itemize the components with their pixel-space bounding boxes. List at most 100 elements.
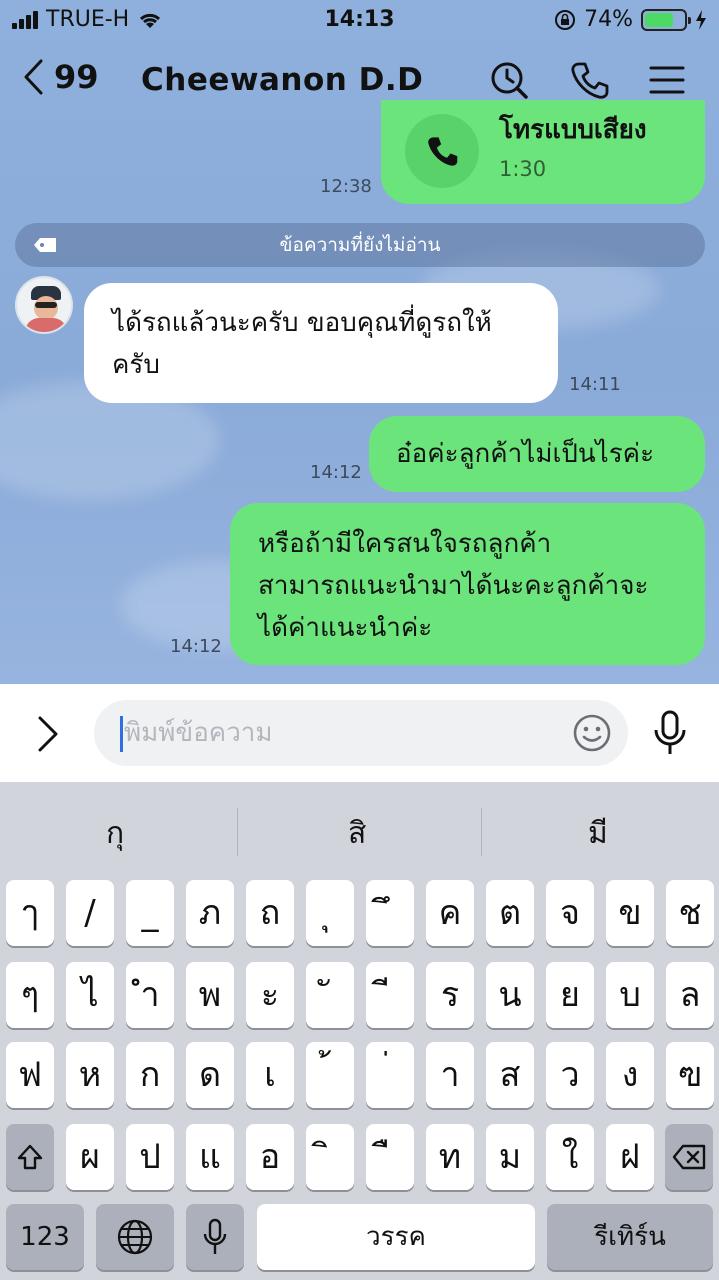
back-button[interactable]: 99 [22, 58, 99, 96]
shift-key[interactable] [6, 1124, 54, 1190]
key-2-11[interactable]: ฃ [666, 1042, 714, 1108]
key-0-6[interactable]: ึ [366, 880, 414, 946]
key-3-4[interactable]: ิ [306, 1124, 354, 1190]
key-2-8[interactable]: ส [486, 1042, 534, 1108]
message-input[interactable] [124, 712, 564, 754]
shift-arrow-icon [17, 1144, 43, 1170]
chat-title: Cheewanon D.D [141, 62, 424, 98]
key-2-4[interactable]: เ [246, 1042, 294, 1108]
microphone-icon[interactable] [652, 710, 688, 756]
call-duration: 1:30 [499, 157, 547, 181]
key-0-4[interactable]: ถ [246, 880, 294, 946]
suggestion-bar: กุ สิ มี [0, 782, 719, 874]
key-0-9[interactable]: จ [546, 880, 594, 946]
key-0-0[interactable]: ๅ [6, 880, 54, 946]
unread-count: 99 [54, 58, 99, 96]
key-0-8[interactable]: ต [486, 880, 534, 946]
key-3-2[interactable]: แ [186, 1124, 234, 1190]
key-1-1[interactable]: ไ [66, 962, 114, 1028]
key-1-0[interactable]: ๆ [6, 962, 54, 1028]
key-2-3[interactable]: ด [186, 1042, 234, 1108]
message-input-bar [0, 684, 719, 782]
key-1-11[interactable]: ล [666, 962, 714, 1028]
avatar[interactable] [15, 276, 73, 334]
suggestion-3[interactable]: มี [588, 810, 608, 857]
backspace-icon [672, 1144, 706, 1170]
key-0-3[interactable]: ภ [186, 880, 234, 946]
suggestion-1[interactable]: กุ [106, 810, 124, 857]
charging-icon [696, 9, 706, 30]
message-line: หรือถ้ามีใครสนใจรถลูกค้า [258, 529, 552, 559]
status-bar: TRUE-H 14:13 74% [0, 0, 719, 40]
key-2-1[interactable]: ห [66, 1042, 114, 1108]
key-3-1[interactable]: ป [126, 1124, 174, 1190]
chevron-left-icon [24, 59, 43, 95]
key-3-8[interactable]: ใ [546, 1124, 594, 1190]
unread-divider: ข้อความที่ยังไม่อ่าน [15, 223, 705, 267]
key-3-5[interactable]: ื [366, 1124, 414, 1190]
expand-chevron-icon[interactable] [34, 714, 64, 754]
message-time: 14:12 [310, 462, 362, 483]
globe-key[interactable] [96, 1204, 174, 1270]
key-1-4[interactable]: ะ [246, 962, 294, 1028]
key-0-7[interactable]: ค [426, 880, 474, 946]
key-2-0[interactable]: ฟ [6, 1042, 54, 1108]
outgoing-message-bubble[interactable]: หรือถ้ามีใครสนใจรถลูกค้า สามารถแนะนำมาได… [230, 503, 705, 665]
tag-icon [34, 238, 56, 252]
call-icon-circle [405, 114, 479, 188]
message-input-container[interactable] [94, 700, 628, 766]
numbers-key[interactable]: 123 [6, 1204, 84, 1270]
message-time: 14:12 [170, 636, 222, 657]
key-1-3[interactable]: พ [186, 962, 234, 1028]
search-history-icon[interactable] [489, 60, 529, 100]
key-2-5[interactable]: ้ [306, 1042, 354, 1108]
key-0-11[interactable]: ช [666, 880, 714, 946]
key-3-3[interactable]: อ [246, 1124, 294, 1190]
rotation-lock-icon [555, 9, 576, 30]
key-1-6[interactable]: ี [366, 962, 414, 1028]
backspace-key[interactable] [665, 1124, 713, 1190]
message-line: สามารถแนะนำมาได้นะคะลูกค้าจะ [258, 571, 649, 601]
key-2-10[interactable]: ง [606, 1042, 654, 1108]
key-0-10[interactable]: ข [606, 880, 654, 946]
key-1-8[interactable]: น [486, 962, 534, 1028]
key-3-6[interactable]: ท [426, 1124, 474, 1190]
call-label: โทรแบบเสียง [499, 115, 647, 145]
message-line: ครับ [112, 350, 160, 380]
key-3-7[interactable]: ม [486, 1124, 534, 1190]
message-time: 12:38 [320, 176, 372, 197]
space-key[interactable]: วรรค [257, 1204, 535, 1270]
unread-label: ข้อความที่ยังไม่อ่าน [279, 234, 441, 256]
key-0-5[interactable]: ุ [306, 880, 354, 946]
suggestion-2[interactable]: สิ [348, 810, 366, 857]
emoji-icon[interactable] [572, 713, 612, 753]
dictation-key[interactable] [186, 1204, 244, 1270]
message-time: 14:11 [569, 374, 621, 395]
key-1-10[interactable]: บ [606, 962, 654, 1028]
message-line: ได้ค่าแนะนำค่ะ [258, 613, 433, 643]
key-2-2[interactable]: ก [126, 1042, 174, 1108]
key-0-2[interactable]: _ [126, 880, 174, 946]
keyboard: กุ สิ มี ๅ/_ภถุึคตจขชๆไำพะัีรนยบลฟหกดเ้่… [0, 782, 719, 1280]
key-2-7[interactable]: า [426, 1042, 474, 1108]
globe-icon [117, 1219, 153, 1255]
outgoing-message-bubble[interactable]: อ๋อค่ะลูกค้าไม่เป็นไรค่ะ [369, 416, 705, 492]
menu-icon[interactable] [647, 60, 687, 100]
key-1-7[interactable]: ร [426, 962, 474, 1028]
battery-icon [641, 8, 691, 31]
voice-call-bubble[interactable]: โทรแบบเสียง 1:30 [381, 100, 705, 204]
key-1-9[interactable]: ย [546, 962, 594, 1028]
key-3-9[interactable]: ฝ [606, 1124, 654, 1190]
key-2-6[interactable]: ่ [366, 1042, 414, 1108]
battery-percent: 74% [584, 7, 633, 32]
key-1-5[interactable]: ั [306, 962, 354, 1028]
key-2-9[interactable]: ว [546, 1042, 594, 1108]
phone-call-icon[interactable] [569, 60, 609, 100]
microphone-icon [203, 1218, 227, 1254]
key-0-1[interactable]: / [66, 880, 114, 946]
return-key[interactable]: รีเทิร์น [547, 1204, 713, 1270]
key-1-2[interactable]: ำ [126, 962, 174, 1028]
key-3-0[interactable]: ผ [66, 1124, 114, 1190]
text-caret [120, 716, 123, 752]
incoming-message-bubble[interactable]: ได้รถแล้วนะครับ ขอบคุณที่ดูรถให้ ครับ [84, 283, 558, 403]
